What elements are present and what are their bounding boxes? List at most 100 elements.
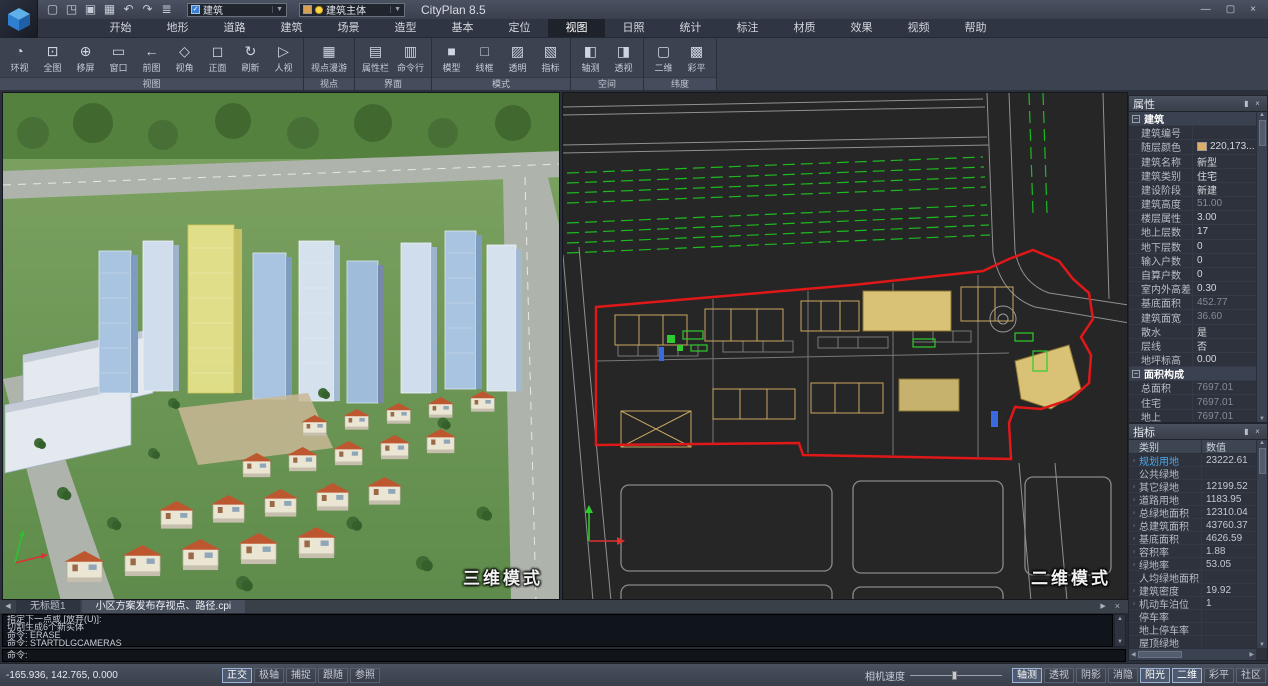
- close-icon[interactable]: ×: [1252, 97, 1263, 111]
- property-value[interactable]: 0: [1193, 269, 1256, 280]
- save-as-icon[interactable]: ▦: [101, 1, 118, 18]
- undo-icon[interactable]: ↶: [120, 1, 137, 18]
- property-value[interactable]: 新型: [1193, 154, 1256, 169]
- indicators-scrollbar[interactable]: ▲ ▼: [1256, 440, 1267, 648]
- command-input[interactable]: 命令:: [2, 649, 1126, 662]
- ribbon-button-指标[interactable]: ▧指标: [535, 42, 566, 75]
- scroll-up-icon[interactable]: ▲: [1259, 440, 1265, 446]
- ribbon-button-前图[interactable]: ←前图: [136, 42, 167, 75]
- chevron-down-icon[interactable]: ▼: [272, 6, 283, 13]
- menu-item-视图[interactable]: 视图: [548, 19, 605, 37]
- property-row-住宅[interactable]: 住宅7697.01: [1129, 395, 1256, 409]
- menu-item-道路[interactable]: 道路: [206, 19, 263, 37]
- menu-item-基本[interactable]: 基本: [434, 19, 491, 37]
- toggle-跟随[interactable]: 跟随: [318, 668, 348, 683]
- menu-item-造型[interactable]: 造型: [377, 19, 434, 37]
- property-value[interactable]: 是: [1193, 324, 1256, 339]
- property-row-总面积[interactable]: 总面积7697.01: [1129, 381, 1256, 395]
- ribbon-button-窗口[interactable]: ▭窗口: [103, 42, 134, 75]
- property-row-输入户数[interactable]: 输入户数0: [1129, 254, 1256, 268]
- new-file-icon[interactable]: ▢: [44, 1, 61, 18]
- scroll-down-icon[interactable]: ▼: [1259, 642, 1265, 648]
- ribbon-button-透视[interactable]: ◨透视: [608, 42, 639, 75]
- console-tab[interactable]: 小区方案发布存视点、路径.cpi: [82, 600, 246, 613]
- property-row-楼层属性[interactable]: 楼层属性3.00: [1129, 211, 1256, 225]
- scroll-up-icon[interactable]: ▲: [1259, 112, 1265, 118]
- 3d-scene-canvas[interactable]: [3, 93, 560, 600]
- ribbon-button-正面[interactable]: ◻正面: [202, 42, 233, 75]
- minimize-button[interactable]: —: [1201, 1, 1211, 18]
- property-value[interactable]: 51.00: [1193, 198, 1256, 209]
- tab-scroll-right-icon[interactable]: ▶: [1100, 600, 1105, 613]
- view-toggle-彩平[interactable]: 彩平: [1204, 668, 1234, 683]
- property-value[interactable]: 17: [1193, 226, 1256, 237]
- property-value[interactable]: 住宅: [1193, 168, 1256, 183]
- menu-item-开始[interactable]: 开始: [92, 19, 149, 37]
- property-value[interactable]: 0: [1193, 241, 1256, 252]
- style-dropdown[interactable]: 建筑主体 ▼: [299, 3, 405, 17]
- save-icon[interactable]: ▣: [82, 1, 99, 18]
- chevron-down-icon[interactable]: ▼: [390, 6, 401, 13]
- ribbon-button-命令行[interactable]: ▥命令行: [394, 42, 427, 75]
- property-row-室内外高差[interactable]: 室内外高差0.30: [1129, 282, 1256, 296]
- property-value[interactable]: 7697.01: [1193, 397, 1256, 408]
- layer-checkbox-icon[interactable]: ✓: [191, 5, 200, 14]
- property-row-地坪标高[interactable]: 地坪标高0.00: [1129, 353, 1256, 367]
- view-toggle-社区[interactable]: 社区: [1236, 668, 1266, 683]
- menu-item-效果[interactable]: 效果: [833, 19, 890, 37]
- menu-item-定位[interactable]: 定位: [491, 19, 548, 37]
- view-toggle-阴影[interactable]: 阴影: [1076, 668, 1106, 683]
- ribbon-button-视角[interactable]: ◇视角: [169, 42, 200, 75]
- ribbon-button-彩平[interactable]: ▩彩平: [681, 42, 712, 75]
- toggle-极轴[interactable]: 极轴: [254, 668, 284, 683]
- pin-icon[interactable]: ▮: [1241, 97, 1252, 111]
- menu-item-材质[interactable]: 材质: [776, 19, 833, 37]
- console-tab[interactable]: 无标题1: [16, 600, 80, 613]
- view-toggle-阳光[interactable]: 阳光: [1140, 668, 1170, 683]
- property-row-建筑面宽[interactable]: 建筑面宽36.60: [1129, 310, 1256, 324]
- property-row-建筑高度[interactable]: 建筑高度51.00: [1129, 197, 1256, 211]
- ribbon-button-轴测[interactable]: ◧轴测: [575, 42, 606, 75]
- tab-close-icon[interactable]: ×: [1115, 600, 1120, 613]
- scroll-right-icon[interactable]: ▶: [1249, 651, 1254, 658]
- property-value[interactable]: 0: [1193, 255, 1256, 266]
- property-row-基底面积[interactable]: 基底面积452.77: [1129, 296, 1256, 310]
- menu-item-建筑[interactable]: 建筑: [263, 19, 320, 37]
- toggle-正交[interactable]: 正交: [222, 668, 252, 683]
- scroll-thumb[interactable]: [1259, 120, 1266, 146]
- ribbon-button-属性栏[interactable]: ▤属性栏: [359, 42, 392, 75]
- ribbon-button-二维[interactable]: ▢二维: [648, 42, 679, 75]
- property-value[interactable]: 7697.01: [1193, 411, 1256, 422]
- view-toggle-轴测[interactable]: 轴测: [1012, 668, 1042, 683]
- property-value[interactable]: 3.00: [1193, 212, 1256, 223]
- menu-item-地形[interactable]: 地形: [149, 19, 206, 37]
- property-section-建筑[interactable]: −建筑: [1129, 112, 1256, 126]
- view-toggle-二维[interactable]: 二维: [1172, 668, 1202, 683]
- scroll-thumb[interactable]: [1138, 651, 1182, 658]
- pin-icon[interactable]: ▮: [1241, 425, 1252, 439]
- history-scrollbar[interactable]: ▲ ▼: [1114, 614, 1126, 647]
- view-toggle-透视[interactable]: 透视: [1044, 668, 1074, 683]
- viewport-2d[interactable]: 二维模式: [562, 92, 1128, 600]
- maximize-button[interactable]: ▢: [1226, 1, 1235, 18]
- menu-item-标注[interactable]: 标注: [719, 19, 776, 37]
- ribbon-button-人视[interactable]: ▷人视: [268, 42, 299, 75]
- indicators-hscrollbar[interactable]: ◀ ▶: [1129, 648, 1256, 660]
- ribbon-button-全图[interactable]: ⊡全图: [37, 42, 68, 75]
- property-value[interactable]: 否: [1193, 338, 1256, 353]
- close-button[interactable]: ×: [1250, 1, 1256, 18]
- ribbon-button-刷新[interactable]: ↻刷新: [235, 42, 266, 75]
- property-value[interactable]: 452.77: [1193, 297, 1256, 308]
- property-value[interactable]: 0.00: [1193, 354, 1256, 365]
- properties-scrollbar[interactable]: ▲ ▼: [1256, 112, 1267, 422]
- scroll-down-icon[interactable]: ▼: [1117, 639, 1123, 645]
- menu-item-统计[interactable]: 统计: [662, 19, 719, 37]
- ribbon-button-移屏[interactable]: ⊕移屏: [70, 42, 101, 75]
- scroll-up-icon[interactable]: ▲: [1117, 616, 1123, 622]
- color-swatch-icon[interactable]: [1197, 142, 1207, 151]
- property-row-地下层数[interactable]: 地下层数0: [1129, 240, 1256, 254]
- indicator-row-屋顶绿地[interactable]: 屋顶绿地: [1129, 636, 1256, 648]
- ribbon-button-透明[interactable]: ▨透明: [502, 42, 533, 75]
- view-toggle-消隐[interactable]: 消隐: [1108, 668, 1138, 683]
- property-row-自算户数[interactable]: 自算户数0: [1129, 268, 1256, 282]
